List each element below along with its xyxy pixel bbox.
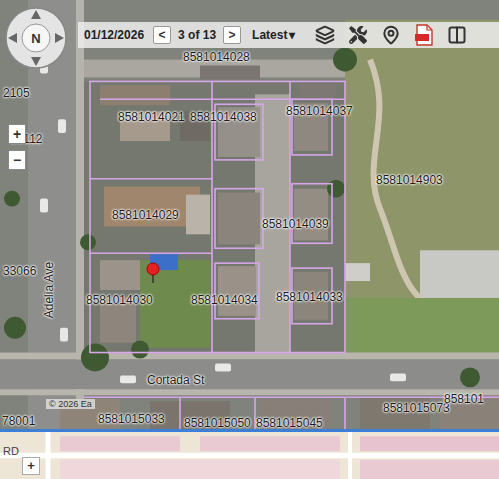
imagery-date: 01/12/2026	[84, 28, 144, 42]
road-label: RD	[3, 445, 19, 457]
pdf-button[interactable]	[411, 23, 437, 47]
aerial-map[interactable]: 8581014028 8581014021 8581014038 8581014037…	[0, 0, 499, 429]
map-viewer: 8581014028 8581014021 8581014038 8581014037…	[0, 0, 499, 479]
parcel-label[interactable]: 8581014038	[190, 110, 257, 124]
street-label: Cortada St	[147, 373, 204, 387]
parcel-label[interactable]: 8581014021	[118, 110, 185, 124]
layers-button[interactable]	[312, 23, 338, 47]
navigation-controls: N+−	[4, 6, 68, 170]
zoom-in-button[interactable]: +	[8, 124, 26, 144]
layer-select[interactable]: Latest▾	[248, 28, 299, 42]
parcel-label[interactable]: 8581014037	[286, 104, 353, 118]
parcel-label[interactable]: 8581015045	[256, 416, 323, 429]
layer-select-value: Latest	[252, 28, 287, 42]
street-label: Adelia Ave	[42, 262, 56, 319]
compass-icon[interactable]: N	[4, 6, 68, 70]
zoom-out-button[interactable]: −	[8, 150, 26, 170]
parcel-label[interactable]: 8581014028	[183, 50, 250, 64]
overview-map[interactable]: RD+	[0, 429, 499, 479]
street-map	[0, 432, 499, 479]
parcel-label[interactable]: 858101	[444, 392, 484, 406]
tools-button[interactable]	[345, 23, 371, 47]
zoom-controls: +−	[8, 124, 26, 170]
parcel-label[interactable]: 2105	[3, 86, 30, 100]
parcel-label[interactable]: 8581015033	[98, 412, 165, 426]
parcel-label[interactable]: 8581014034	[191, 293, 258, 307]
parcel-label[interactable]: 8581014030	[86, 293, 153, 307]
panel-icon	[447, 25, 467, 45]
parcel-label[interactable]: 8581014039	[262, 217, 329, 231]
panel-button[interactable]	[444, 23, 470, 47]
parcel-label[interactable]: 78001	[2, 414, 35, 428]
previous-button[interactable]: <	[153, 26, 171, 44]
page-indicator: 3 of 13	[178, 28, 216, 42]
layers-icon	[315, 25, 335, 45]
pdf-icon	[414, 24, 434, 46]
parcel-label[interactable]: 8581015050	[184, 416, 251, 429]
pin-icon	[381, 25, 401, 45]
parcel-label[interactable]: 8581014029	[112, 208, 179, 222]
location-pin-icon[interactable]	[144, 262, 162, 284]
caret-icon: ▾	[289, 28, 295, 42]
parcel-label[interactable]: 8581015073	[383, 401, 450, 415]
toolbar: 01/12/2026 <3 of 13 > Latest▾	[78, 22, 499, 48]
parcel-label[interactable]: 33066	[3, 264, 36, 278]
parcel-label[interactable]: 8581014033	[276, 290, 343, 304]
svg-text:N: N	[31, 31, 40, 46]
aerial-imagery	[0, 0, 499, 429]
pin-button[interactable]	[378, 23, 404, 47]
next-button[interactable]: >	[223, 26, 241, 44]
parcel-label[interactable]: 8581014903	[376, 173, 443, 187]
overview-zoom-in-button[interactable]: +	[22, 457, 40, 475]
tools-icon	[349, 26, 367, 44]
attribution: © 2026 Ea	[46, 399, 95, 409]
